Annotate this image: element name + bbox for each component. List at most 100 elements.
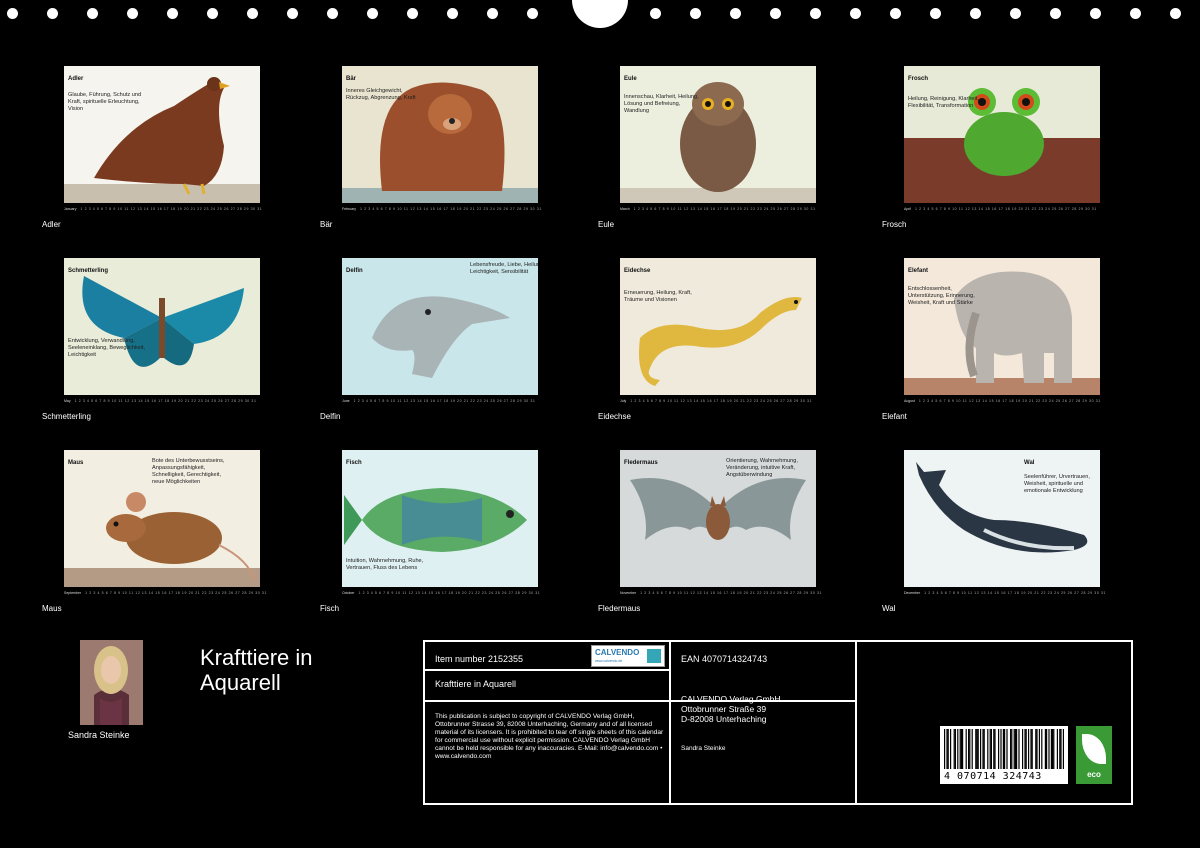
month-illustration: Fledermaus Orientierung, Wahrnehmung, Ver… [620,450,816,587]
month-page: Fisch Intuition, Wahrnehmung, Ruhe, Vertr… [320,450,550,635]
animal-painting [342,66,538,203]
month-label: May [64,399,71,403]
binding-hole [447,8,458,19]
month-page: Elefant Entschlossenheit, Unterstützung, … [882,258,1112,443]
month-page: Frosch Heilung, Reinigung, Klarheit, Flex… [882,66,1112,251]
day-numbers: 1 2 3 4 5 6 7 8 9 10 11 12 13 14 15 16 1… [915,207,1097,211]
day-numbers: 1 2 3 4 5 6 7 8 9 10 11 12 13 14 15 16 1… [353,399,536,403]
day-numbers: 1 2 3 4 5 6 7 8 9 10 11 12 13 14 15 16 1… [630,399,813,403]
eco-label: eco [1087,770,1101,779]
month-page: Bär Inneres Gleichgewicht, Rückzug, Abgre… [320,66,550,251]
box-author: Sandra Steinke [681,745,726,752]
animal-meaning: Erneuerung, Heilung, Kraft, Träume und V… [624,290,692,303]
animal-meaning: Entwicklung, Verwandlung, Seeleneinklang… [68,338,146,358]
animal-title: Eule [624,76,637,82]
month-label: February [342,207,357,211]
month-illustration: Fisch Intuition, Wahrnehmung, Ruhe, Vertr… [342,450,538,587]
animal-meaning: Entschlossenheit, Unterstützung, Erinner… [908,286,975,306]
month-illustration: Elefant Entschlossenheit, Unterstützung, … [904,258,1100,395]
eco-badge: eco [1076,726,1112,784]
month-label: March [620,207,630,211]
mini-calendar: May 1 2 3 4 5 6 7 8 9 10 11 12 13 14 15 1… [64,399,274,405]
animal-title: Elefant [908,268,929,274]
mini-calendar: March 1 2 3 4 5 6 7 8 9 10 11 12 13 14 15… [620,207,830,213]
calvendo-logo-text: CALVENDO [595,648,640,657]
month-label: April [904,207,912,211]
animal-meaning: Inneres Gleichgewicht, Rückzug, Abgrenzu… [346,88,416,101]
month-caption: Maus [42,604,62,613]
publisher-line: Ottobrunner Straße 39 [681,704,767,714]
day-numbers: 1 2 3 4 5 6 7 8 9 10 11 12 13 14 15 16 1… [85,591,268,595]
day-numbers: 1 2 3 4 5 6 7 8 9 10 11 12 13 14 15 16 1… [918,399,1101,403]
binding-hole [890,8,901,19]
month-label: September [64,591,82,595]
animal-painting [904,258,1100,395]
mini-calendar: June 1 2 3 4 5 6 7 8 9 10 11 12 13 14 15 … [342,399,552,405]
binding-hole [1010,8,1021,19]
mini-calendar: April 1 2 3 4 5 6 7 8 9 10 11 12 13 14 15… [904,207,1114,213]
mini-calendar: January 1 2 3 4 5 6 7 8 9 10 11 12 13 14 … [64,207,274,213]
month-label: January [64,207,77,211]
binding-hole [287,8,298,19]
month-caption: Fledermaus [598,604,641,613]
hanger-hole [572,0,628,28]
binding-hole [407,8,418,19]
day-numbers: 1 2 3 4 5 6 7 8 9 10 11 12 13 14 15 16 1… [360,207,542,211]
binding-hole [367,8,378,19]
binding-hole [810,8,821,19]
month-label: November [620,591,637,595]
animal-title: Maus [68,460,84,466]
animal-title: Fledermaus [624,460,658,466]
ean-number: EAN 4070714324743 [681,654,768,664]
month-illustration: Schmetterling Entwicklung, Verwandlung, S… [64,258,260,395]
binding-hole [167,8,178,19]
animal-title: Adler [68,76,84,82]
barcode-number: 4 070714 324743 [944,771,1042,782]
author-name: Sandra Steinke [68,730,130,740]
animal-painting [64,258,260,395]
animal-painting [342,258,538,395]
month-illustration: Bär Inneres Gleichgewicht, Rückzug, Abgre… [342,66,538,203]
mini-calendar: August 1 2 3 4 5 6 7 8 9 10 11 12 13 14 1… [904,399,1114,405]
binding-hole [127,8,138,19]
binding-hole [327,8,338,19]
animal-painting [620,66,816,203]
month-illustration: Wal Seelenführer, Urvertrauen, Weisheit, … [904,450,1100,587]
day-numbers: 1 2 3 4 5 6 7 8 9 10 11 12 13 14 15 16 1… [358,591,541,595]
animal-meaning: Orientierung, Wahrnehmung, Veränderung, … [726,458,798,478]
box-title: Krafttiere in Aquarell [435,679,517,689]
binding-hole [247,8,258,19]
month-label: June [342,399,350,403]
day-numbers: 1 2 3 4 5 6 7 8 9 10 11 12 13 14 15 16 1… [640,591,823,595]
binding-hole [930,8,941,19]
animal-title: Bär [346,76,357,82]
month-page: Maus Bote des Unterbewusstseins, Anpassun… [42,450,272,635]
month-illustration: Frosch Heilung, Reinigung, Klarheit, Flex… [904,66,1100,203]
publisher-address: CALVENDO Verlag GmbH Ottobrunner Straße … [681,694,781,724]
binding-holes [0,0,1200,30]
month-page: Delfin Lebensfreude, Liebe, Heilung, Leic… [320,258,550,443]
month-label: December [904,591,921,595]
author-photo [80,640,143,725]
animal-meaning: Heilung, Reinigung, Klarheit, Flexibilit… [908,96,979,109]
barcode: 4 070714 324743 [940,726,1068,784]
binding-hole [1170,8,1181,19]
binding-hole [730,8,741,19]
day-numbers: 1 2 3 4 5 6 7 8 9 10 11 12 13 14 15 16 1… [924,591,1107,595]
leaf-icon [1082,734,1106,764]
binding-hole [47,8,58,19]
mini-calendar: February 1 2 3 4 5 6 7 8 9 10 11 12 13 14… [342,207,552,213]
publisher-line: D-82008 Unterhaching [681,714,767,724]
month-illustration: Eule Innenschau, Klarheit, Heilung, Lösun… [620,66,816,203]
mini-calendar: November 1 2 3 4 5 6 7 8 9 10 11 12 13 14… [620,591,830,597]
animal-meaning: Glaube, Führung, Schutz und Kraft, spiri… [68,92,142,112]
binding-hole [770,8,781,19]
mini-calendar: September 1 2 3 4 5 6 7 8 9 10 11 12 13 1… [64,591,274,597]
legal-notice: This publication is subject to copyright… [435,713,664,760]
animal-title: Schmetterling [68,268,109,274]
animal-painting [904,450,1100,587]
month-caption: Fisch [320,604,340,613]
binding-hole [1050,8,1061,19]
month-illustration: Maus Bote des Unterbewusstseins, Anpassun… [64,450,260,587]
info-box: Item number 2152355 CALVENDO www.calvend… [423,640,1133,805]
